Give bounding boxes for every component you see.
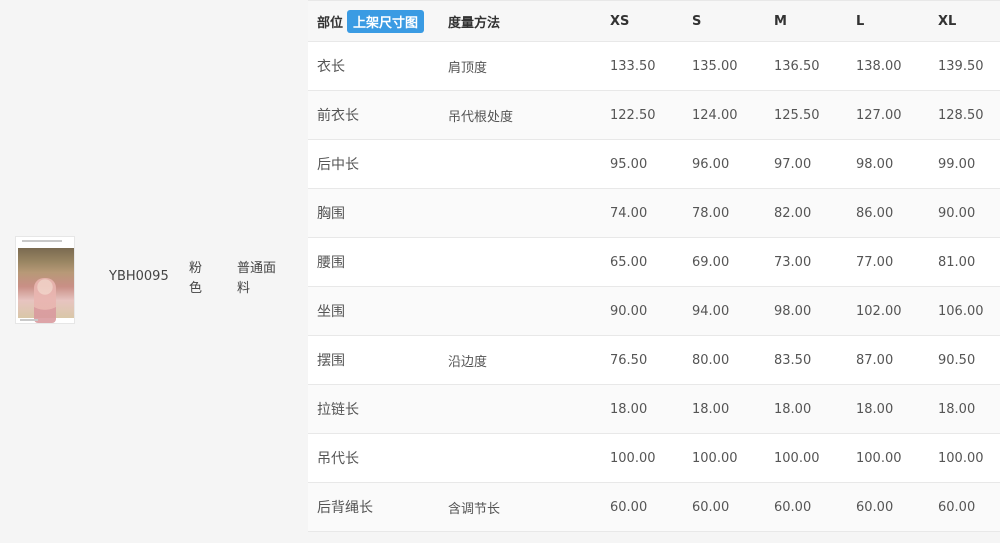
cell-xl: 18.00 <box>938 401 976 417</box>
cell-xl: 106.00 <box>938 303 984 319</box>
cell-m: 136.50 <box>774 58 820 74</box>
cell-xl: 81.00 <box>938 254 976 270</box>
cell-s: 100.00 <box>692 450 738 466</box>
cell-part: 拉链长 <box>317 402 359 418</box>
thumbnail-footer-line <box>20 319 38 321</box>
cell-xs: 65.00 <box>610 254 648 270</box>
cell-s: 60.00 <box>692 499 730 515</box>
cell-xl: 128.50 <box>938 107 984 123</box>
cell-xl: 90.50 <box>938 352 976 368</box>
header-size-m: M <box>774 13 787 29</box>
cell-xl: 99.00 <box>938 156 976 172</box>
cell-s: 78.00 <box>692 205 730 221</box>
cell-l: 60.00 <box>856 499 894 515</box>
table-row: 后中长 95.00 96.00 97.00 98.00 99.00 <box>308 140 1000 189</box>
cell-method: 沿边度 <box>448 354 488 370</box>
cell-m: 60.00 <box>774 499 812 515</box>
cell-part: 衣长 <box>317 59 345 75</box>
header-part: 部位 上架尺寸图 <box>317 1 425 41</box>
cell-xs: 122.50 <box>610 107 656 123</box>
cell-s: 135.00 <box>692 58 738 74</box>
header-method: 度量方法 <box>448 15 501 31</box>
cell-xl: 60.00 <box>938 499 976 515</box>
header-size-s: S <box>692 13 702 29</box>
cell-m: 97.00 <box>774 156 812 172</box>
table-row: 坐围 90.00 94.00 98.00 102.00 106.00 <box>308 287 1000 336</box>
cell-m: 100.00 <box>774 450 820 466</box>
cell-l: 102.00 <box>856 303 902 319</box>
table-row: 胸围 74.00 78.00 82.00 86.00 90.00 <box>308 189 1000 238</box>
cell-s: 80.00 <box>692 352 730 368</box>
cell-part: 摆围 <box>317 353 345 369</box>
size-chart-table: 部位 上架尺寸图 度量方法 XS S M L XL 衣长 肩顶度 133.50 … <box>308 0 1000 532</box>
header-size-xl: XL <box>938 13 957 29</box>
cell-xs: 60.00 <box>610 499 648 515</box>
thumbnail-caption-line <box>22 240 62 242</box>
header-part-label: 部位 <box>317 15 344 31</box>
cell-l: 100.00 <box>856 450 902 466</box>
table-row: 衣长 肩顶度 133.50 135.00 136.50 138.00 139.5… <box>308 42 1000 91</box>
table-row: 摆围 沿边度 76.50 80.00 83.50 87.00 90.50 <box>308 336 1000 385</box>
cell-xs: 18.00 <box>610 401 648 417</box>
cell-part: 坐围 <box>317 304 345 320</box>
header-size-l: L <box>856 13 865 29</box>
cell-method: 肩顶度 <box>448 60 488 76</box>
cell-l: 98.00 <box>856 156 894 172</box>
cell-part: 前衣长 <box>317 108 359 124</box>
table-row: 后背绳长 含调节长 60.00 60.00 60.00 60.00 60.00 <box>308 483 1000 532</box>
cell-l: 18.00 <box>856 401 894 417</box>
cell-xs: 74.00 <box>610 205 648 221</box>
product-fabric: 普通面料 <box>237 261 277 296</box>
cell-part: 后背绳长 <box>317 500 373 516</box>
cell-xl: 100.00 <box>938 450 984 466</box>
cell-l: 127.00 <box>856 107 902 123</box>
product-thumbnail[interactable] <box>15 236 75 324</box>
product-code: YBH0095 <box>109 269 169 284</box>
table-row: 拉链长 18.00 18.00 18.00 18.00 18.00 <box>308 385 1000 434</box>
cell-xl: 90.00 <box>938 205 976 221</box>
cell-method: 吊代根处度 <box>448 109 514 125</box>
table-row: 腰围 65.00 69.00 73.00 77.00 81.00 <box>308 238 1000 287</box>
cell-xs: 76.50 <box>610 352 648 368</box>
cell-part: 后中长 <box>317 157 359 173</box>
cell-s: 94.00 <box>692 303 730 319</box>
cell-part: 腰围 <box>317 255 345 271</box>
header-size-xs: XS <box>610 13 630 29</box>
cell-xs: 95.00 <box>610 156 648 172</box>
cell-m: 18.00 <box>774 401 812 417</box>
table-row: 吊代长 100.00 100.00 100.00 100.00 100.00 <box>308 434 1000 483</box>
cell-s: 18.00 <box>692 401 730 417</box>
listing-size-chart-badge[interactable]: 上架尺寸图 <box>347 9 425 33</box>
cell-part: 胸围 <box>317 206 345 222</box>
table-row: 前衣长 吊代根处度 122.50 124.00 125.50 127.00 12… <box>308 91 1000 140</box>
cell-s: 124.00 <box>692 107 738 123</box>
product-color: 粉色 <box>189 261 203 296</box>
product-photo <box>18 248 74 323</box>
cell-m: 83.50 <box>774 352 812 368</box>
cell-l: 138.00 <box>856 58 902 74</box>
cell-l: 77.00 <box>856 254 894 270</box>
cell-s: 96.00 <box>692 156 730 172</box>
cell-m: 125.50 <box>774 107 820 123</box>
size-chart-header: 部位 上架尺寸图 度量方法 XS S M L XL <box>308 0 1000 42</box>
cell-xs: 133.50 <box>610 58 656 74</box>
cell-xs: 90.00 <box>610 303 648 319</box>
cell-m: 73.00 <box>774 254 812 270</box>
product-info-panel: YBH0095 粉色 普通面料 <box>0 0 300 543</box>
model-figure <box>34 278 56 323</box>
cell-s: 69.00 <box>692 254 730 270</box>
cell-m: 82.00 <box>774 205 812 221</box>
cell-part: 吊代长 <box>317 451 359 467</box>
cell-xs: 100.00 <box>610 450 656 466</box>
cell-l: 86.00 <box>856 205 894 221</box>
cell-m: 98.00 <box>774 303 812 319</box>
cell-l: 87.00 <box>856 352 894 368</box>
cell-xl: 139.50 <box>938 58 984 74</box>
cell-method: 含调节长 <box>448 501 501 517</box>
